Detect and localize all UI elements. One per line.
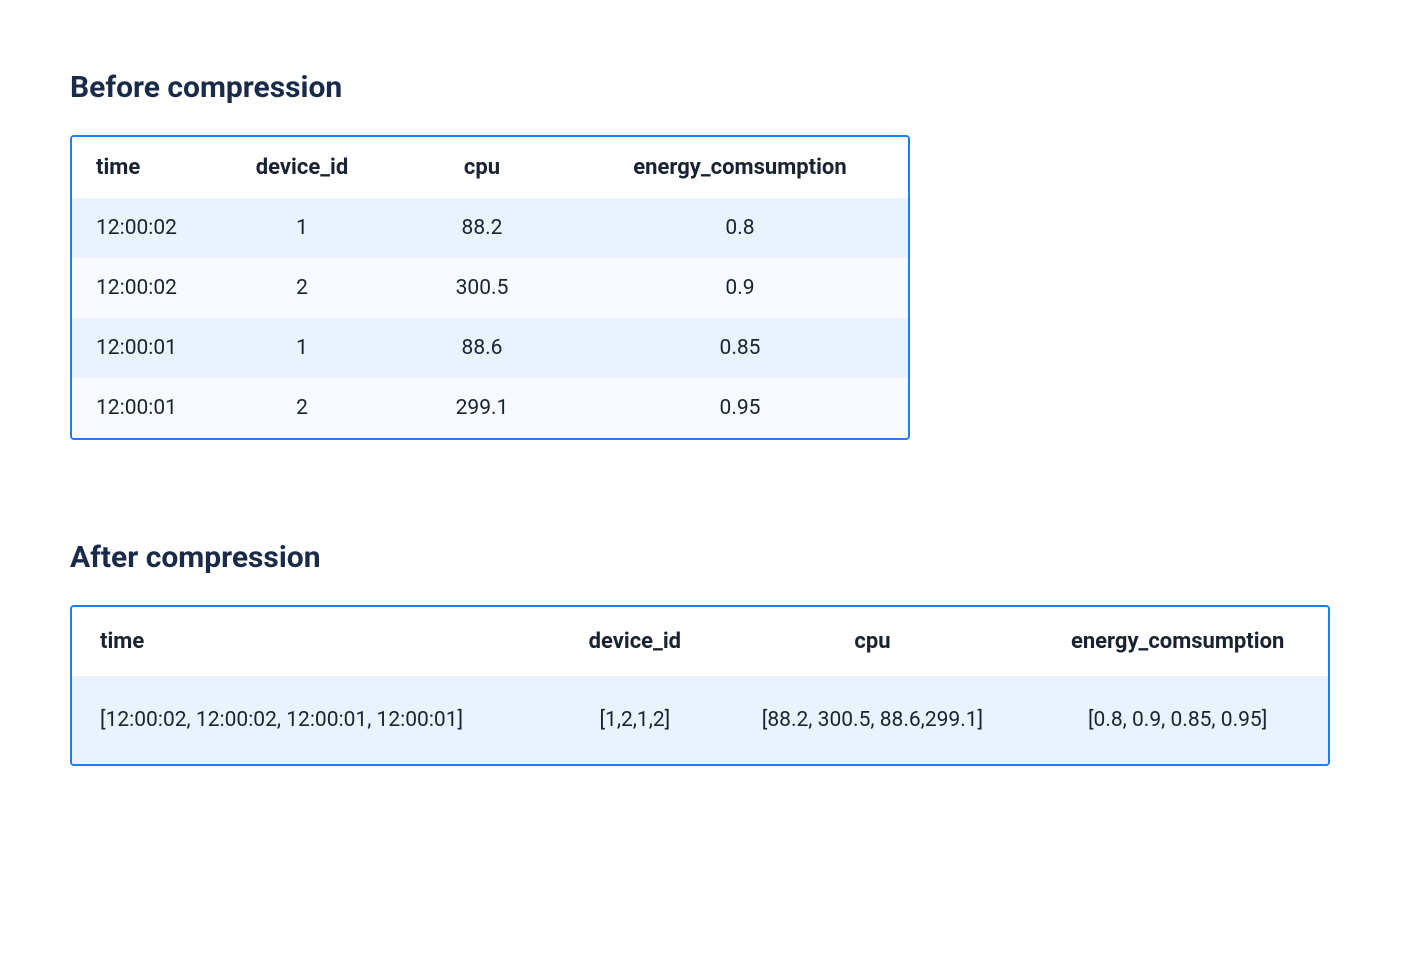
before-header-time: time [72,137,212,198]
before-header-device-id: device_id [212,137,392,198]
cell-cpu: 299.1 [392,378,572,438]
cell-energy: 0.8 [572,198,908,258]
table-row: 12:00:01 2 299.1 0.95 [72,378,908,438]
cell-time: 12:00:02 [72,198,212,258]
before-header-energy: energy_comsumption [572,137,908,198]
after-header-energy: energy_comsumption [1027,607,1328,676]
cell-energy: 0.9 [572,258,908,318]
after-title: After compression [70,540,1355,575]
after-header-time: time [72,607,552,676]
cell-energy: [0.8, 0.9, 0.85, 0.95] [1027,676,1328,764]
cell-device-id: [1,2,1,2] [552,676,718,764]
cell-device-id: 2 [212,378,392,438]
table-row: [12:00:02, 12:00:02, 12:00:01, 12:00:01]… [72,676,1328,764]
after-table-container: time device_id cpu energy_comsumption [1… [70,605,1330,766]
after-header-row: time device_id cpu energy_comsumption [72,607,1328,676]
before-header-cpu: cpu [392,137,572,198]
table-row: 12:00:02 1 88.2 0.8 [72,198,908,258]
before-header-row: time device_id cpu energy_comsumption [72,137,908,198]
cell-device-id: 1 [212,318,392,378]
after-header-cpu: cpu [718,607,1028,676]
table-row: 12:00:01 1 88.6 0.85 [72,318,908,378]
after-table: time device_id cpu energy_comsumption [1… [72,607,1328,764]
before-title: Before compression [70,70,1355,105]
cell-time: 12:00:02 [72,258,212,318]
cell-time: 12:00:01 [72,378,212,438]
section-spacer [70,440,1355,540]
cell-energy: 0.95 [572,378,908,438]
before-table-container: time device_id cpu energy_comsumption 12… [70,135,910,440]
cell-cpu: 88.2 [392,198,572,258]
table-row: 12:00:02 2 300.5 0.9 [72,258,908,318]
cell-cpu: 88.6 [392,318,572,378]
cell-energy: 0.85 [572,318,908,378]
cell-time: [12:00:02, 12:00:02, 12:00:01, 12:00:01] [72,676,552,764]
cell-device-id: 1 [212,198,392,258]
cell-cpu: 300.5 [392,258,572,318]
cell-time: 12:00:01 [72,318,212,378]
cell-device-id: 2 [212,258,392,318]
cell-cpu: [88.2, 300.5, 88.6,299.1] [718,676,1028,764]
after-header-device-id: device_id [552,607,718,676]
before-table: time device_id cpu energy_comsumption 12… [72,137,908,438]
